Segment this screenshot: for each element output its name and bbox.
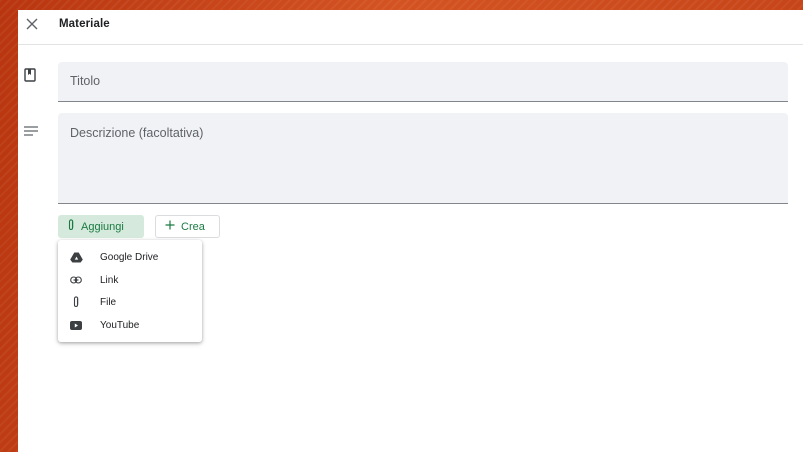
title-placeholder: Titolo [70, 74, 101, 88]
menu-item-file[interactable]: File [58, 291, 202, 313]
page-title: Materiale [59, 18, 110, 30]
menu-item-label: Google Drive [100, 251, 159, 263]
plus-icon [165, 220, 175, 233]
link-icon [69, 274, 83, 286]
create-button-label: Crea [181, 220, 205, 233]
paperclip-icon [69, 296, 83, 308]
bookmark-icon [24, 68, 36, 87]
close-button[interactable] [21, 15, 43, 37]
add-button-label: Aggiungi [81, 220, 124, 233]
menu-item-link[interactable]: Link [58, 269, 202, 291]
notes-lines-icon [24, 123, 38, 141]
title-field[interactable]: Titolo [58, 62, 788, 102]
add-menu: Google Drive Link File YouTube [58, 240, 202, 342]
youtube-icon [69, 319, 83, 331]
description-field[interactable]: Descrizione (facoltativa) [58, 113, 788, 204]
paperclip-icon [67, 219, 75, 234]
material-dialog: Materiale Titolo Descrizione (facoltativ… [18, 10, 803, 452]
menu-item-label: File [100, 296, 117, 308]
description-placeholder: Descrizione (facoltativa) [70, 126, 204, 140]
close-icon [26, 17, 38, 35]
menu-item-google-drive[interactable]: Google Drive [58, 246, 202, 268]
menu-item-youtube[interactable]: YouTube [58, 314, 202, 336]
dialog-header: Materiale [18, 10, 803, 45]
add-button[interactable]: Aggiungi [58, 215, 144, 238]
menu-item-label: YouTube [100, 319, 140, 331]
menu-item-label: Link [100, 274, 119, 286]
google-drive-icon [69, 251, 83, 263]
create-button[interactable]: Crea [155, 215, 220, 238]
